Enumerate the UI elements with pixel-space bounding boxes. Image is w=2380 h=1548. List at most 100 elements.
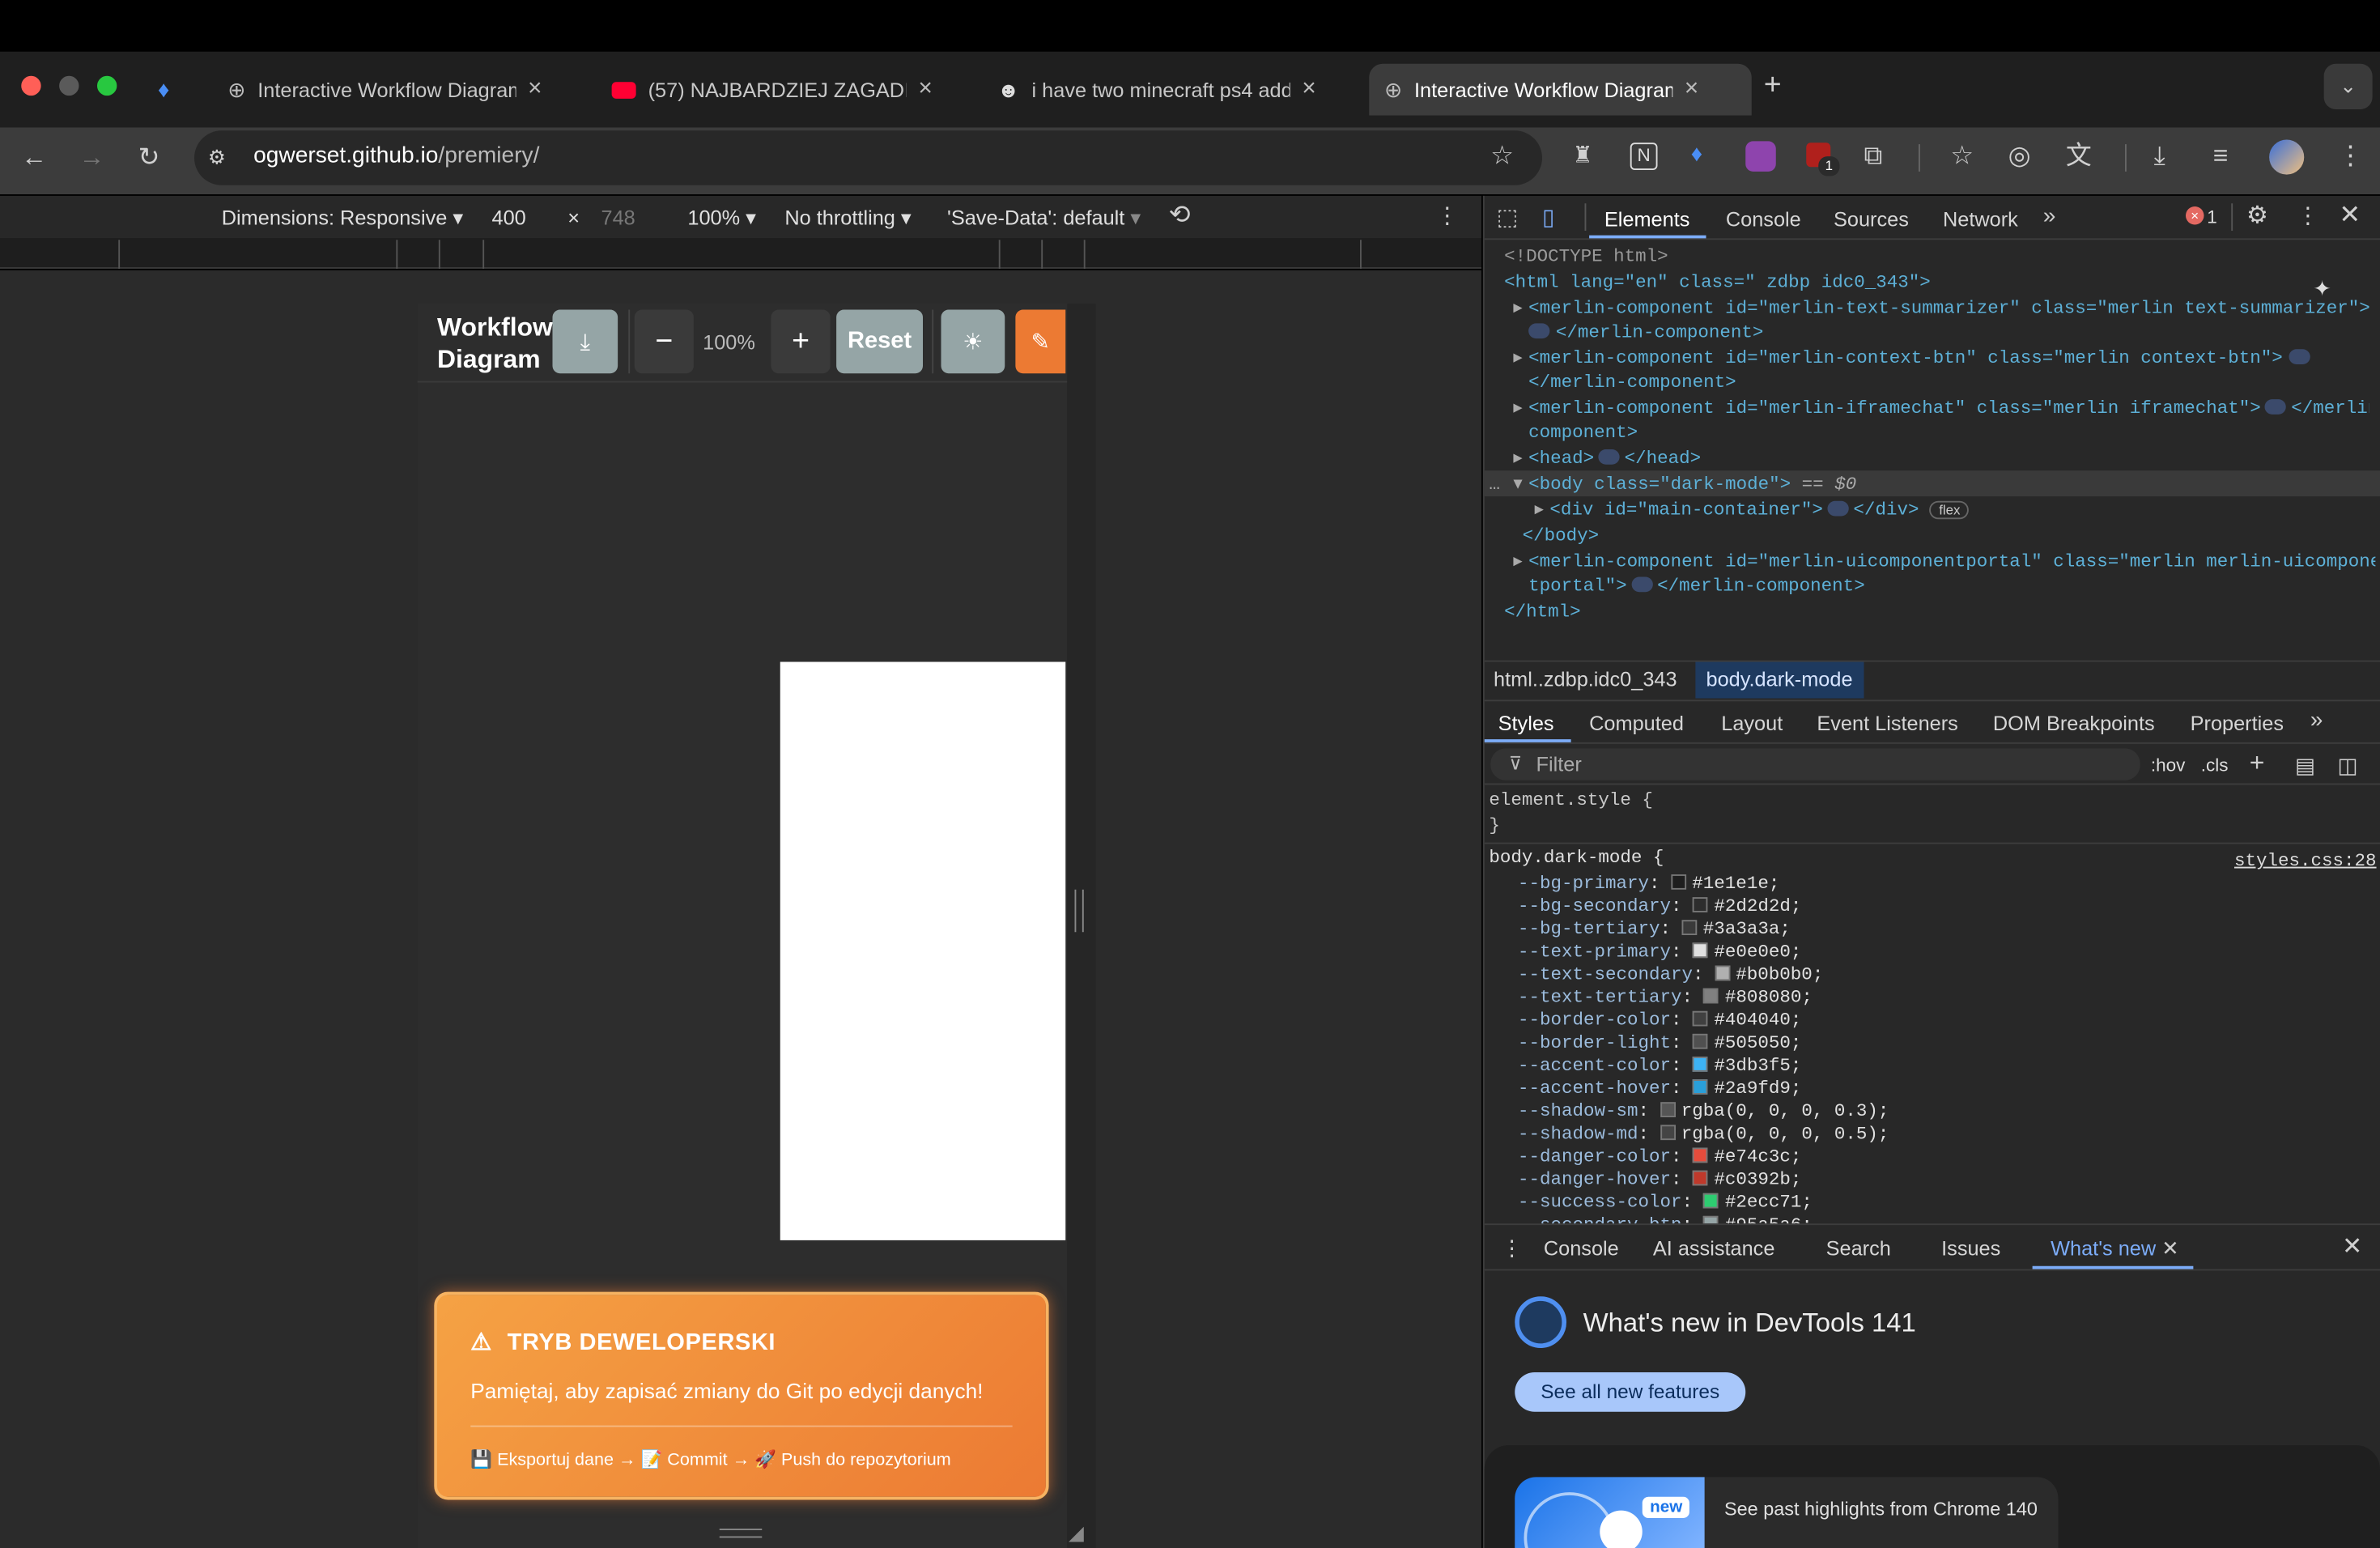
puzzle-icon[interactable]: ⧉ (1864, 141, 1883, 172)
dom-summarizer[interactable]: <merlin-component id="merlin-text-summar… (1528, 296, 2369, 321)
screenshot-icon[interactable]: ◎ (2008, 141, 2031, 172)
dom-html-open[interactable]: <html lang="en" class=" zdbp idc0_343"> (1504, 270, 1931, 295)
close-tab-icon[interactable]: ✕ (2161, 1237, 2178, 1260)
star-list-icon[interactable]: ☆ (1950, 141, 1974, 172)
tab-elements[interactable]: Elements (1604, 208, 1690, 231)
close-tab-icon[interactable]: × (1685, 76, 1699, 104)
color-swatch[interactable] (1693, 1010, 1708, 1027)
stylesheet-link[interactable]: styles.css:28 (2234, 848, 2377, 873)
site-info-icon[interactable]: ⚙ (208, 142, 226, 173)
drawer-tab-whats-new[interactable]: What's new ✕ (2051, 1237, 2178, 1261)
drawer-menu-icon[interactable]: ⋮ (1501, 1233, 1522, 1264)
bookmark-star-icon[interactable]: ☆ (1490, 141, 1514, 172)
css-variable-row[interactable]: --text-tertiary: #808080; (1518, 985, 1813, 1010)
styles-filter-input[interactable] (1490, 748, 2140, 780)
color-swatch[interactable] (1703, 1193, 1719, 1209)
drawer-tab-search[interactable]: Search (1826, 1237, 1891, 1260)
css-variable-row[interactable]: --shadow-sm: rgba(0, 0, 0, 0.3); (1518, 1099, 1889, 1124)
see-all-features-button[interactable]: See all new features (1515, 1372, 1746, 1412)
breadcrumb-body[interactable]: body.dark-mode (1695, 661, 1864, 699)
gem-extension-icon[interactable]: ♦ (1691, 140, 1702, 171)
new-tab-icon[interactable]: + (1764, 70, 1782, 100)
cls-toggle[interactable]: .cls (2201, 755, 2229, 776)
menu-icon[interactable]: ⋮ (2338, 141, 2364, 172)
css-variable-row[interactable]: --danger-hover: #c0392b; (1518, 1167, 1801, 1192)
collapse-arrow-icon[interactable]: ▾ (1513, 472, 1522, 496)
color-swatch[interactable] (1681, 920, 1698, 935)
css-variable-row[interactable]: --danger-color: #e74c3c; (1518, 1145, 1801, 1169)
back-icon[interactable]: ← (21, 142, 47, 173)
zoom-out-button[interactable]: − (634, 309, 694, 374)
css-variable-row[interactable]: --bg-secondary: #2d2d2d; (1518, 894, 1801, 918)
theme-toggle-button[interactable]: ☀ (941, 309, 1005, 374)
forward-icon[interactable]: → (79, 142, 105, 173)
tab-styles[interactable]: Styles (1498, 712, 1554, 734)
expand-arrow-icon[interactable]: ▸ (1513, 446, 1522, 470)
dom-iframechat[interactable]: <merlin-component id="merlin-iframechat"… (1528, 396, 2369, 420)
close-tab-icon[interactable]: × (528, 76, 542, 104)
edit-button[interactable]: ✎ (1015, 309, 1066, 374)
color-swatch[interactable] (1693, 1147, 1708, 1163)
throttling-select[interactable]: No throttling ▾ (784, 206, 911, 231)
css-variable-row[interactable]: --border-light: #505050; (1518, 1031, 1801, 1055)
css-variable-row[interactable]: --accent-color: #3db3f5; (1518, 1053, 1801, 1078)
audio-extension-icon[interactable] (1745, 141, 1776, 172)
dimensions-select[interactable]: Dimensions: Responsive ▾ (222, 206, 463, 231)
css-variable-row[interactable]: --secondary-btn: #95a5a6; (1518, 1213, 1813, 1224)
color-swatch[interactable] (1693, 1057, 1708, 1072)
maximize-window-button[interactable] (97, 75, 117, 96)
minimize-window-button[interactable] (59, 75, 79, 96)
color-swatch[interactable] (1703, 988, 1719, 1004)
breadcrumb-html[interactable]: html..zdbp.idc0_343 (1494, 668, 1677, 691)
width-input[interactable]: 400 (492, 206, 526, 229)
css-variable-row[interactable]: --border-color: #404040; (1518, 1008, 1801, 1032)
css-variable-row[interactable]: --bg-primary: #1e1e1e; (1518, 871, 1779, 895)
more-tabs-icon[interactable]: » (2043, 202, 2056, 232)
drawer-tab-ai-assistance[interactable]: AI assistance (1653, 1237, 1775, 1260)
tab-pinned[interactable]: ♦ (152, 64, 198, 116)
tab-network[interactable]: Network (1943, 208, 2018, 231)
tab-dom-breakpoints[interactable]: DOM Breakpoints (1993, 712, 2155, 734)
css-variable-row[interactable]: --success-color: #2ecc71; (1518, 1190, 1813, 1214)
media-control-icon[interactable]: ≡ (2213, 141, 2229, 172)
dom-body[interactable]: <body class="dark-mode"> == $0 (1528, 472, 1856, 496)
color-swatch[interactable] (1703, 1215, 1719, 1224)
tab-youtube[interactable]: (57) NAJBARDZIEJ ZAGADKOWE × (597, 64, 976, 116)
drawer-tab-console[interactable]: Console (1544, 1237, 1619, 1260)
color-swatch[interactable] (1660, 1102, 1676, 1117)
close-tab-icon[interactable]: × (1302, 76, 1316, 104)
css-variable-row[interactable]: --shadow-md: rgba(0, 0, 0, 0.5); (1518, 1122, 1889, 1146)
tab-computed[interactable]: Computed (1589, 712, 1684, 734)
more-tabs-icon[interactable]: » (2310, 706, 2323, 737)
tab-console[interactable]: Console (1726, 208, 1801, 231)
flex-badge[interactable]: flex (1929, 500, 1970, 520)
close-window-button[interactable] (21, 75, 41, 96)
device-mode-icon[interactable]: ▯ (1542, 203, 1554, 234)
reload-icon[interactable]: ↻ (138, 142, 160, 173)
hov-toggle[interactable]: :hov (2151, 755, 2186, 776)
expand-arrow-icon[interactable]: ▸ (1513, 396, 1522, 420)
css-variable-row[interactable]: --accent-hover: #2a9fd9; (1518, 1076, 1801, 1100)
error-icon[interactable]: × (2186, 206, 2204, 225)
extension-icon[interactable]: ♜ (1573, 141, 1593, 172)
zoom-in-button[interactable]: + (771, 309, 831, 374)
inspect-icon[interactable]: ⬚ (1497, 203, 1519, 234)
color-swatch[interactable] (1693, 897, 1708, 912)
devtools-menu-icon[interactable]: ⋮ (2297, 202, 2319, 232)
css-variable-row[interactable]: --text-primary: #e0e0e0; (1518, 940, 1801, 964)
notion-icon[interactable]: N (1630, 142, 1658, 170)
tab-event-listeners[interactable]: Event Listeners (1817, 712, 1957, 734)
css-variable-row[interactable]: --bg-tertiary: #3a3a3a; (1518, 917, 1791, 942)
reset-button[interactable]: Reset (836, 309, 923, 374)
export-button[interactable]: ⤓ (552, 309, 618, 374)
element-style-rule[interactable]: element.style { (1489, 788, 1653, 812)
tab-search-button[interactable]: ⌄ (2323, 63, 2373, 109)
save-data-select[interactable]: 'Save-Data': default ▾ (947, 206, 1141, 231)
add-rule-icon[interactable]: + (2250, 748, 2265, 779)
node-menu-icon[interactable]: … (1489, 472, 1500, 496)
tab-workflow-1[interactable]: ⊕ Interactive Workflow Diagram × (213, 64, 593, 116)
height-input[interactable]: 748 (601, 206, 635, 229)
rotate-icon[interactable]: ⟲ (1169, 201, 1191, 232)
css-variable-row[interactable]: --text-secondary: #b0b0b0; (1518, 963, 1823, 987)
download-icon[interactable]: ⤓ (2154, 141, 2165, 172)
